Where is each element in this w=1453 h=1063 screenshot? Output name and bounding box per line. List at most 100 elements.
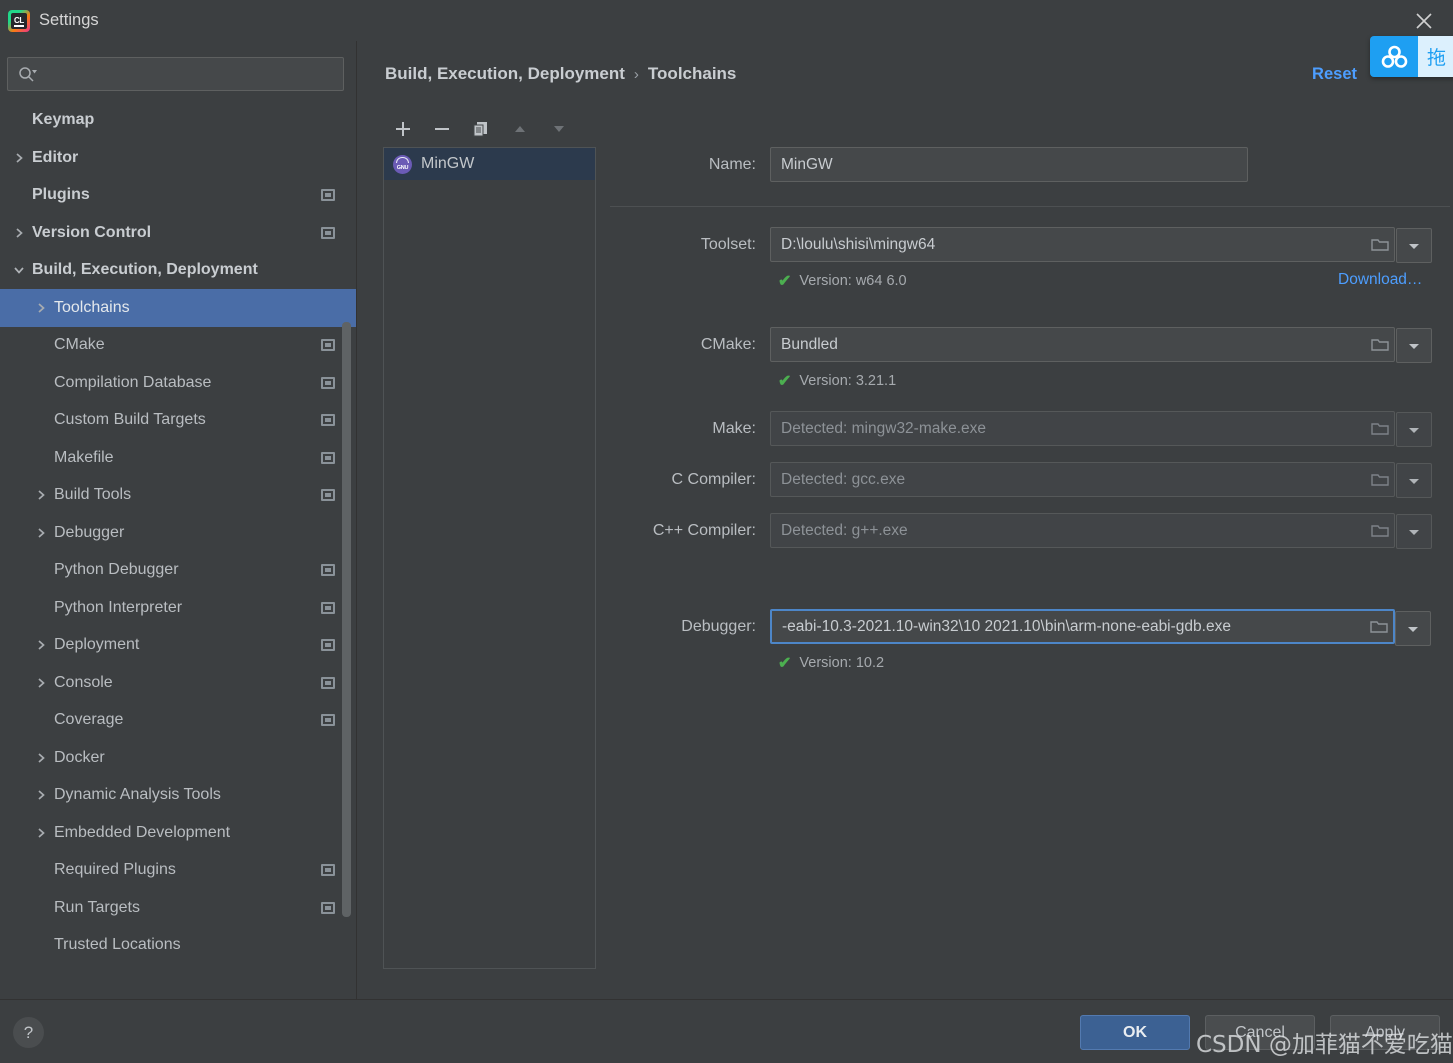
cpp-compiler-value: Detected: g++.exe — [781, 521, 908, 539]
sidebar-item-required-plugins[interactable]: Required Plugins — [0, 852, 356, 890]
move-down-button[interactable] — [548, 118, 570, 140]
search-field[interactable] — [7, 57, 344, 91]
chevron-right-icon[interactable] — [32, 486, 50, 504]
make-dropdown-button[interactable] — [1396, 412, 1432, 447]
cmake-dropdown-button[interactable] — [1396, 328, 1432, 363]
c-compiler-value: Detected: gcc.exe — [781, 470, 906, 488]
chevron-right-icon[interactable] — [32, 299, 50, 317]
debugger-status-text: Version: 10.2 — [799, 655, 885, 671]
sidebar-item-build-tools[interactable]: Build Tools — [0, 477, 356, 515]
check-icon: ✔ — [778, 655, 792, 672]
sidebar-item-deployment[interactable]: Deployment — [0, 627, 356, 665]
folder-icon[interactable] — [1366, 337, 1394, 352]
folder-icon[interactable] — [1366, 523, 1394, 538]
toolset-status: ✔ Version: w64 6.0 — [778, 271, 907, 291]
make-field[interactable]: Detected: mingw32-make.exe — [770, 411, 1432, 447]
sidebar-item-label: Toolchains — [54, 298, 130, 316]
c-compiler-dropdown-button[interactable] — [1396, 463, 1432, 498]
project-scope-icon — [321, 676, 335, 689]
dialog-footer: ? OK Cancel Apply — [0, 999, 1453, 1063]
sidebar-item-version-control[interactable]: Version Control — [0, 214, 356, 252]
floating-widget-label[interactable]: 拖 — [1418, 36, 1453, 77]
sidebar-item-label: Build Tools — [54, 486, 132, 504]
sidebar-item-embedded-development[interactable]: Embedded Development — [0, 814, 356, 852]
sidebar-item-toolchains[interactable]: Toolchains — [0, 289, 356, 327]
toolset-row: Toolset: D:\loulu\shisi\mingw64 — [610, 227, 1450, 263]
sidebar-item-label: Coverage — [54, 711, 124, 729]
project-scope-icon — [321, 226, 335, 239]
sidebar-item-build-execution-deployment[interactable]: Build, Execution, Deployment — [0, 252, 356, 290]
project-scope-icon — [321, 376, 335, 389]
breadcrumb-root[interactable]: Build, Execution, Deployment — [385, 64, 625, 84]
sidebar-item-label: Python Interpreter — [54, 598, 183, 616]
search-icon — [18, 66, 38, 82]
sidebar-item-makefile[interactable]: Makefile — [0, 439, 356, 477]
sidebar-item-run-targets[interactable]: Run Targets — [0, 889, 356, 927]
copy-toolchain-button[interactable] — [470, 118, 492, 140]
sidebar-item-keymap[interactable]: Keymap — [0, 102, 356, 140]
folder-icon[interactable] — [1366, 472, 1394, 487]
chevron-down-icon[interactable] — [10, 261, 28, 279]
debugger-status: ✔ Version: 10.2 — [778, 653, 884, 673]
reset-link[interactable]: Reset — [1312, 65, 1357, 84]
help-button[interactable]: ? — [13, 1017, 44, 1048]
ok-button[interactable]: OK — [1080, 1015, 1190, 1050]
c-compiler-field[interactable]: Detected: gcc.exe — [770, 462, 1432, 498]
cloud-logo-icon[interactable] — [1370, 36, 1418, 77]
sidebar-item-cmake[interactable]: CMake — [0, 327, 356, 365]
sidebar-item-console[interactable]: Console — [0, 664, 356, 702]
folder-icon[interactable] — [1365, 619, 1393, 634]
chevron-right-icon[interactable] — [32, 524, 50, 542]
floating-toolbar-widget[interactable]: 拖 — [1370, 36, 1453, 77]
sidebar-item-label: Plugins — [32, 186, 90, 204]
sidebar-item-label: Compilation Database — [54, 373, 212, 391]
remove-toolchain-button[interactable] — [431, 118, 453, 140]
list-item[interactable]: GNU MinGW — [384, 148, 595, 180]
debugger-dropdown-button[interactable] — [1395, 611, 1431, 646]
cmake-status-text: Version: 3.21.1 — [799, 373, 897, 389]
name-field[interactable]: MinGW — [770, 147, 1248, 182]
chevron-right-icon[interactable] — [10, 224, 28, 242]
close-icon[interactable] — [1409, 6, 1439, 36]
apply-button[interactable]: Apply — [1330, 1015, 1440, 1050]
toolset-field[interactable]: D:\loulu\shisi\mingw64 — [770, 227, 1432, 263]
cancel-button[interactable]: Cancel — [1205, 1015, 1315, 1050]
sidebar-item-compilation-database[interactable]: Compilation Database — [0, 364, 356, 402]
cmake-field[interactable]: Bundled — [770, 327, 1432, 363]
settings-dialog: CL Settings Path — [0, 0, 1453, 1063]
sidebar-item-debugger[interactable]: Debugger — [0, 514, 356, 552]
make-label: Make: — [712, 419, 756, 437]
form-divider — [610, 206, 1450, 207]
toolset-dropdown-button[interactable] — [1396, 228, 1432, 263]
sidebar-item-docker[interactable]: Docker — [0, 739, 356, 777]
sidebar-item-plugins[interactable]: Plugins — [0, 177, 356, 215]
move-up-button[interactable] — [509, 118, 531, 140]
search-input[interactable] — [44, 66, 343, 82]
chevron-right-icon[interactable] — [32, 786, 50, 804]
sidebar-item-python-interpreter[interactable]: Python Interpreter — [0, 589, 356, 627]
folder-icon[interactable] — [1366, 421, 1394, 436]
cpp-compiler-dropdown-button[interactable] — [1396, 514, 1432, 549]
folder-icon[interactable] — [1366, 237, 1394, 252]
sidebar-item-label: Run Targets — [54, 898, 140, 916]
add-toolchain-button[interactable] — [392, 118, 414, 140]
chevron-right-icon[interactable] — [32, 824, 50, 842]
sidebar-item-editor[interactable]: Editor — [0, 139, 356, 177]
sidebar-item-label: Debugger — [54, 523, 125, 541]
sidebar-item-coverage[interactable]: Coverage — [0, 702, 356, 740]
debugger-field[interactable]: -eabi-10.3-2021.10-win32\10 2021.10\bin\… — [770, 609, 1431, 646]
sidebar-scrollbar[interactable] — [342, 322, 351, 917]
chevron-right-icon[interactable] — [32, 674, 50, 692]
cpp-compiler-field[interactable]: Detected: g++.exe — [770, 513, 1432, 549]
chevron-right-icon[interactable] — [10, 149, 28, 167]
download-link[interactable]: Download… — [1338, 271, 1422, 289]
project-scope-icon — [321, 901, 335, 914]
chevron-right-icon[interactable] — [32, 749, 50, 767]
sidebar-item-custom-build-targets[interactable]: Custom Build Targets — [0, 402, 356, 440]
sidebar-item-trusted-locations[interactable]: Trusted Locations — [0, 927, 356, 965]
sidebar-item-dynamic-analysis-tools[interactable]: Dynamic Analysis Tools — [0, 777, 356, 815]
chevron-right-icon[interactable] — [32, 636, 50, 654]
sidebar-item-python-debugger[interactable]: Python Debugger — [0, 552, 356, 590]
